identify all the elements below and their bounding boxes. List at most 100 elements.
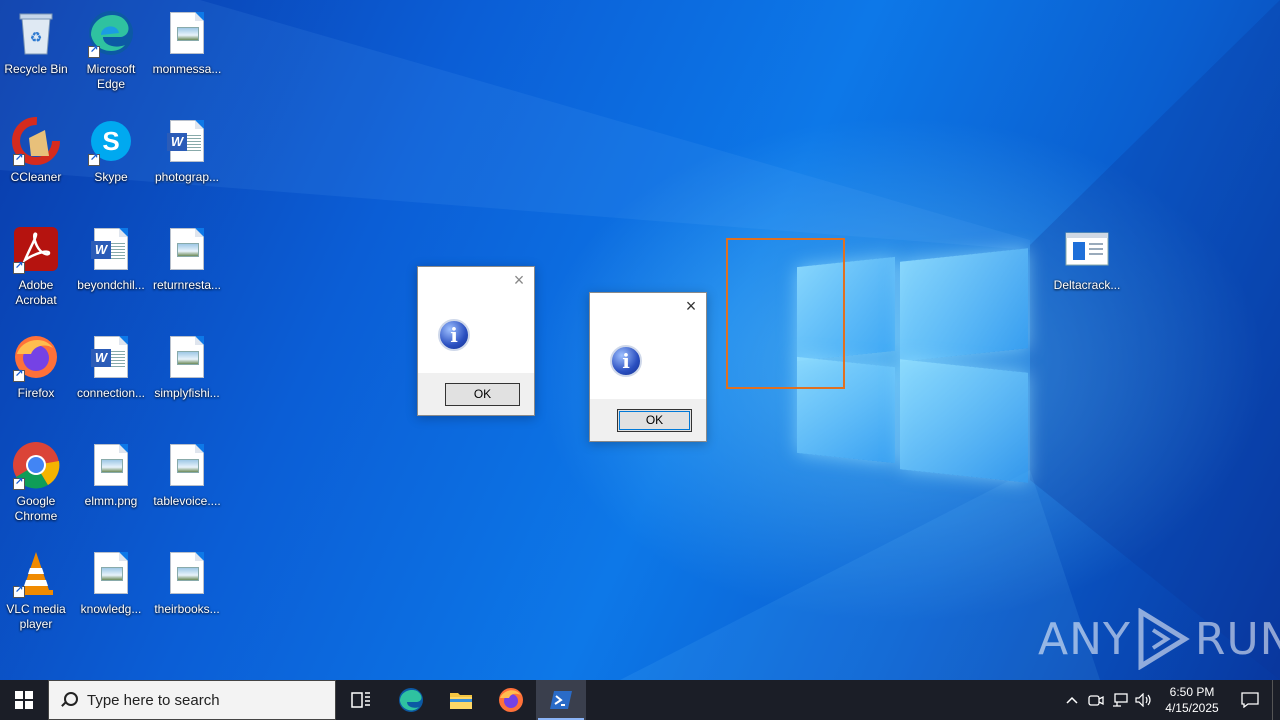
- taskbar-edge-button[interactable]: [386, 680, 436, 720]
- taskbar-file-explorer-button[interactable]: [436, 680, 486, 720]
- close-icon[interactable]: ×: [682, 297, 700, 315]
- icon-label: Google Chrome: [14, 494, 58, 523]
- image-file-icon: [162, 548, 212, 598]
- tray-meet-button[interactable]: [1084, 680, 1108, 720]
- shortcut-arrow-icon: [13, 152, 25, 166]
- icon-label: Deltacrack...: [1053, 278, 1121, 292]
- icon-label: Adobe Acrobat: [15, 278, 57, 307]
- shortcut-arrow-icon: [88, 44, 100, 58]
- desktop-icon-skype[interactable]: S Skype: [73, 116, 149, 185]
- desktop-icon-microsoft-edge[interactable]: Microsoft Edge: [73, 8, 149, 92]
- tray-network-button[interactable]: [1108, 680, 1132, 720]
- desktop-icon-word-doc[interactable]: W beyondchil...: [73, 224, 149, 293]
- shortcut-arrow-icon: [13, 260, 25, 274]
- shortcut-arrow-icon: [88, 152, 100, 166]
- desktop-icon-image-file[interactable]: knowledg...: [73, 548, 149, 617]
- application-window-icon: [1062, 224, 1112, 274]
- icon-label: CCleaner: [10, 170, 62, 184]
- watermark-text-right: RUN: [1194, 613, 1280, 665]
- taskbar-clock[interactable]: 6:50 PM 4/15/2025: [1156, 684, 1228, 716]
- taskbar-powershell-button[interactable]: [536, 680, 586, 720]
- show-hidden-icons-button[interactable]: [1060, 680, 1084, 720]
- chrome-icon: [11, 440, 61, 490]
- action-center-button[interactable]: [1228, 680, 1272, 720]
- acrobat-icon: [11, 224, 61, 274]
- clock-time: 6:50 PM: [1169, 685, 1215, 699]
- shortcut-arrow-icon: [13, 476, 25, 490]
- task-view-icon: [351, 692, 370, 708]
- desktop-icon-vlc[interactable]: VLC media player: [0, 548, 74, 632]
- shortcut-arrow-icon: [13, 584, 25, 598]
- taskbar-search-box[interactable]: Type here to search: [48, 680, 336, 720]
- icon-label: elmm.png: [84, 494, 138, 508]
- desktop-icon-image-file[interactable]: monmessa...: [149, 8, 225, 77]
- desktop-icon-image-file[interactable]: elmm.png: [73, 440, 149, 509]
- powershell-icon: [550, 691, 572, 709]
- icon-label: Microsoft Edge: [86, 62, 136, 91]
- tray-volume-button[interactable]: [1132, 680, 1156, 720]
- play-logo-icon: [1138, 608, 1190, 670]
- system-tray: 6:50 PM 4/15/2025: [1060, 680, 1280, 720]
- windows-logo-icon: [15, 691, 33, 709]
- close-icon[interactable]: ×: [510, 271, 528, 289]
- taskbar-firefox-button[interactable]: [486, 680, 536, 720]
- desktop-icon-word-doc[interactable]: W connection...: [73, 332, 149, 401]
- firefox-icon: [11, 332, 61, 382]
- desktop-icon-image-file[interactable]: tablevoice....: [149, 440, 225, 509]
- vlc-cone-icon: [11, 548, 61, 598]
- icon-label: monmessa...: [152, 62, 222, 76]
- desktop-icon-image-file[interactable]: returnresta...: [149, 224, 225, 293]
- info-icon: i: [438, 319, 470, 351]
- speaker-icon: [1135, 693, 1151, 707]
- network-icon: [1113, 693, 1128, 707]
- desktop-icon-ccleaner[interactable]: CCleaner: [0, 116, 74, 185]
- icon-label: returnresta...: [152, 278, 222, 292]
- wallpaper-logo-pane: [900, 359, 1028, 483]
- image-file-icon: [86, 548, 136, 598]
- notification-icon: [1241, 692, 1259, 708]
- ok-button[interactable]: OK: [617, 409, 692, 432]
- icon-label: Skype: [94, 170, 128, 184]
- desktop-icon-recycle-bin[interactable]: ♻ Recycle Bin: [0, 8, 74, 77]
- svg-text:♻: ♻: [30, 29, 43, 45]
- search-icon: [61, 692, 78, 708]
- start-button[interactable]: [0, 680, 48, 720]
- desktop-icon-google-chrome[interactable]: Google Chrome: [0, 440, 74, 524]
- icon-label: knowledg...: [80, 602, 142, 616]
- search-placeholder: Type here to search: [87, 691, 220, 709]
- desktop: ♻ Recycle Bin CCleaner Adobe Acrobat Fir…: [0, 0, 1280, 680]
- shortcut-arrow-icon: [13, 368, 25, 382]
- show-desktop-button[interactable]: [1272, 680, 1280, 720]
- task-view-button[interactable]: [336, 680, 386, 720]
- desktop-icon-adobe-acrobat[interactable]: Adobe Acrobat: [0, 224, 74, 308]
- icon-label: theirbooks...: [154, 602, 220, 616]
- image-file-icon: [86, 440, 136, 490]
- svg-text:S: S: [102, 126, 119, 156]
- icon-label: Recycle Bin: [4, 62, 68, 76]
- skype-icon: S: [86, 116, 136, 166]
- message-box-dialog: × i OK: [589, 292, 707, 442]
- desktop-icon-word-doc[interactable]: W photograp...: [149, 116, 225, 185]
- clock-date: 4/15/2025: [1165, 701, 1219, 715]
- desktop-icon-firefox[interactable]: Firefox: [0, 332, 74, 401]
- ok-button[interactable]: OK: [445, 383, 520, 406]
- word-document-icon: W: [86, 224, 136, 274]
- dialog-footer: OK: [418, 373, 534, 415]
- icon-label: Firefox: [17, 386, 55, 400]
- folder-icon: [450, 693, 472, 709]
- desktop-icon-image-file[interactable]: simplyfishi...: [149, 332, 225, 401]
- icon-label: photograp...: [154, 170, 220, 184]
- edge-icon: [86, 8, 136, 58]
- ccleaner-icon: [11, 116, 61, 166]
- desktop-icon-image-file[interactable]: theirbooks...: [149, 548, 225, 617]
- icon-label: beyondchil...: [77, 278, 145, 292]
- watermark-text-left: ANY: [1038, 613, 1131, 665]
- image-file-icon: [162, 332, 212, 382]
- icon-label: connection...: [76, 386, 146, 400]
- edge-icon: [399, 688, 423, 712]
- icon-label: tablevoice....: [153, 494, 221, 508]
- image-file-icon: [162, 440, 212, 490]
- image-file-icon: [162, 224, 212, 274]
- taskbar: Type here to search 6:50 PM 4/15/2025: [0, 680, 1280, 720]
- desktop-icon-deltacrack[interactable]: Deltacrack...: [1049, 224, 1125, 293]
